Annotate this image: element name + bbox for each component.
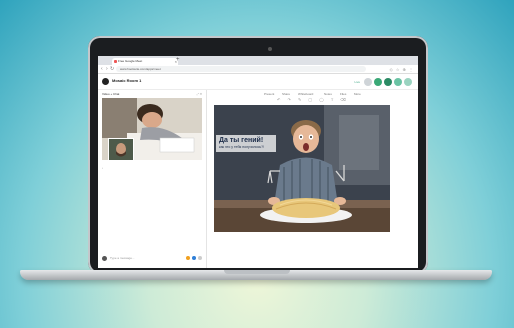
status-label: Live (354, 79, 360, 84)
chat-input-row[interactable]: Type a message... (102, 254, 202, 262)
reload-icon[interactable]: ↻ (110, 66, 114, 72)
forward-icon[interactable]: › (106, 66, 108, 72)
browser-tab[interactable]: Free Google Meet × (112, 58, 178, 65)
drawing-tools[interactable]: ↶ ↷ ✎ ▢ ◯ T ⌫ (208, 97, 418, 103)
extension-icons[interactable]: ◇ ☆ ⊕ ⋮ (390, 67, 414, 72)
emoji-icon[interactable] (186, 256, 190, 260)
toolbar-item-more[interactable]: More (354, 92, 361, 96)
chat-area: • (102, 162, 202, 252)
toolbar-item-present[interactable]: Present (264, 92, 274, 96)
app-header: Mosaic Room 1 Live (98, 74, 418, 90)
video-chat-panel: Video + Chat ⤢ ✕ • Type a message... (98, 90, 207, 268)
slide-photo-illustration (214, 105, 390, 232)
man-avatar-illustration (109, 139, 133, 160)
presentation-slide: Да ты гений! как это у тебя получилось?! (214, 105, 390, 232)
presentation-panel: Present Share Whiteboard Notes Files Mor… (208, 90, 418, 268)
laptop-notch (224, 270, 290, 274)
participant-avatar[interactable] (404, 77, 412, 86)
tab-title: Free Google Meet (118, 59, 143, 63)
address-bar[interactable] (116, 66, 366, 72)
laptop-screen: Free Google Meet × + ‹ › ↻ ◇ ☆ ⊕ ⋮ Mosai… (98, 56, 418, 268)
user-avatar (102, 255, 107, 261)
chat-input[interactable]: Type a message... (110, 256, 135, 260)
chat-placeholder-line: • (102, 166, 104, 170)
panel-window-icons[interactable]: ⤢ ✕ (196, 92, 202, 96)
slide-headline: Да ты гений! (219, 137, 264, 144)
browser-tabbar: Free Google Meet × + (98, 56, 418, 65)
toolbar-item-whiteboard[interactable]: Whiteboard (298, 92, 313, 96)
toolbar-item-share[interactable]: Share (282, 92, 290, 96)
new-tab-button[interactable]: + (176, 57, 180, 63)
browser-urlbar: ‹ › ↻ ◇ ☆ ⊕ ⋮ (98, 65, 418, 74)
remote-video (102, 98, 202, 160)
toolbar-item-files[interactable]: Files (340, 92, 346, 96)
slide-caption: Да ты гений! как это у тебя получилось?! (216, 135, 276, 152)
toolbar-item-notes[interactable]: Notes (324, 92, 332, 96)
attach-icon[interactable] (198, 256, 202, 260)
favicon-icon (114, 60, 117, 63)
participant-avatar[interactable] (364, 77, 372, 86)
chat-actions (186, 256, 202, 260)
webcam-icon (268, 47, 272, 51)
send-icon[interactable] (192, 256, 196, 260)
self-video[interactable] (108, 138, 134, 160)
slide-subtext: как это у тебя получилось?! (219, 145, 265, 149)
participant-avatar[interactable] (394, 77, 402, 86)
panel-title: Video + Chat (102, 92, 120, 96)
app-header-actions: Live (354, 77, 412, 86)
participant-avatar[interactable] (384, 77, 392, 86)
app-logo-icon (102, 78, 109, 85)
participant-avatar[interactable] (374, 77, 382, 86)
back-icon[interactable]: ‹ (101, 66, 103, 72)
app-title: Mosaic Room 1 (112, 78, 142, 83)
